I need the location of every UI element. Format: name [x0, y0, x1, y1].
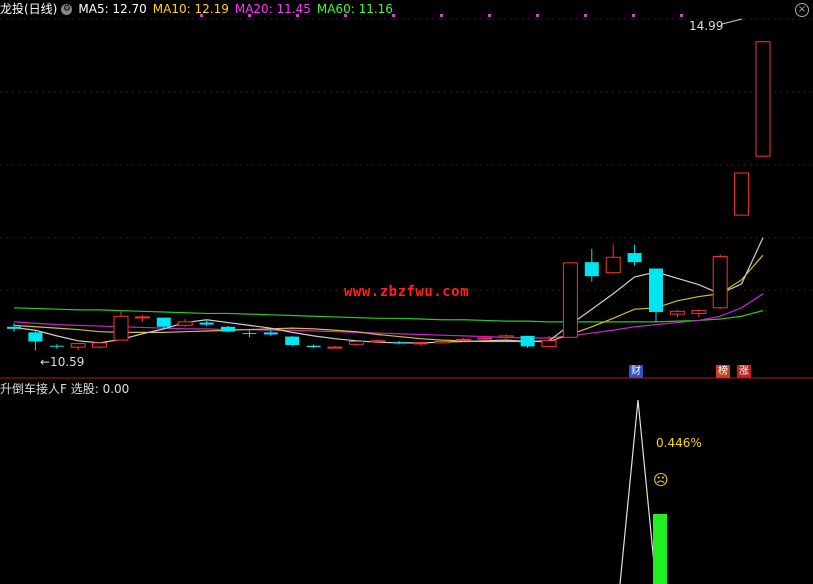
- candle-body: [669, 310, 685, 315]
- high-arrow: [721, 18, 743, 25]
- candle-body: [327, 346, 343, 349]
- low-price-label: ←10.59: [40, 355, 85, 369]
- candle-body: [370, 340, 386, 343]
- watermark-text: www.zbzfwu.com: [344, 284, 470, 300]
- ma60-label: MA60: 11.16: [316, 2, 393, 16]
- candle-body: [306, 345, 321, 348]
- candle-body: [562, 262, 578, 338]
- candle-body: [541, 340, 557, 347]
- close-icon[interactable]: ×: [795, 3, 809, 17]
- percent-sign: %: [690, 436, 702, 450]
- candle-body: [413, 342, 429, 345]
- indicator-value: 0.446%: [656, 436, 702, 450]
- candle-body: [113, 315, 129, 341]
- candle-body: [285, 336, 300, 346]
- candle-body: [584, 262, 599, 277]
- candle-body: [221, 326, 235, 332]
- stock-label: 龙投(日线): [0, 2, 58, 16]
- signal-line: [619, 399, 657, 584]
- candle-body: [199, 322, 214, 325]
- candle-body: [28, 332, 43, 342]
- header-bar: 龙投(日线) ⚙ MA5: 12.70 MA10: 12.19 MA20: 11.45 M…: [0, 0, 813, 18]
- candle-body: [605, 256, 621, 274]
- candle-body: [434, 340, 450, 344]
- candle-body: [691, 310, 707, 314]
- gear-icon[interactable]: ⚙: [61, 4, 73, 15]
- candle-body: [134, 316, 150, 319]
- sad-face-icon: ☹: [653, 471, 669, 489]
- signal-bar: [653, 514, 667, 584]
- ma10-label: MA10: 12.19: [152, 2, 229, 16]
- finance-badge[interactable]: 财: [629, 365, 643, 378]
- candle-body: [92, 342, 108, 348]
- candle-body: [348, 340, 364, 345]
- candle-body: [263, 332, 278, 335]
- limit-up-badge[interactable]: 涨: [737, 365, 751, 378]
- candle-body: [712, 256, 728, 309]
- candle-body: [649, 268, 663, 313]
- indicator-title: 升倒车接人F 选股: 0.00: [0, 382, 130, 396]
- candle-body: [156, 317, 171, 327]
- candle-body: [477, 337, 493, 340]
- candle-body: [70, 343, 86, 348]
- candle-body: [755, 41, 771, 157]
- ranking-badge[interactable]: 榜: [716, 365, 730, 378]
- candle-body: [734, 172, 750, 216]
- candle-body: [627, 253, 642, 263]
- ma20-label: MA20: 11.45: [234, 2, 311, 16]
- candle-body: [392, 342, 407, 344]
- candle-body: [498, 335, 514, 338]
- candle-body: [177, 321, 193, 326]
- candle-body: [7, 326, 21, 329]
- candle-body: [455, 338, 471, 341]
- candle-body: [520, 335, 535, 347]
- high-price-label: 14.99: [689, 19, 724, 33]
- ma5-label: MA5: 12.70: [78, 2, 147, 16]
- indicator-value-number: 0.446: [656, 436, 691, 450]
- candle-body: [242, 333, 257, 335]
- candle-body: [49, 345, 64, 347]
